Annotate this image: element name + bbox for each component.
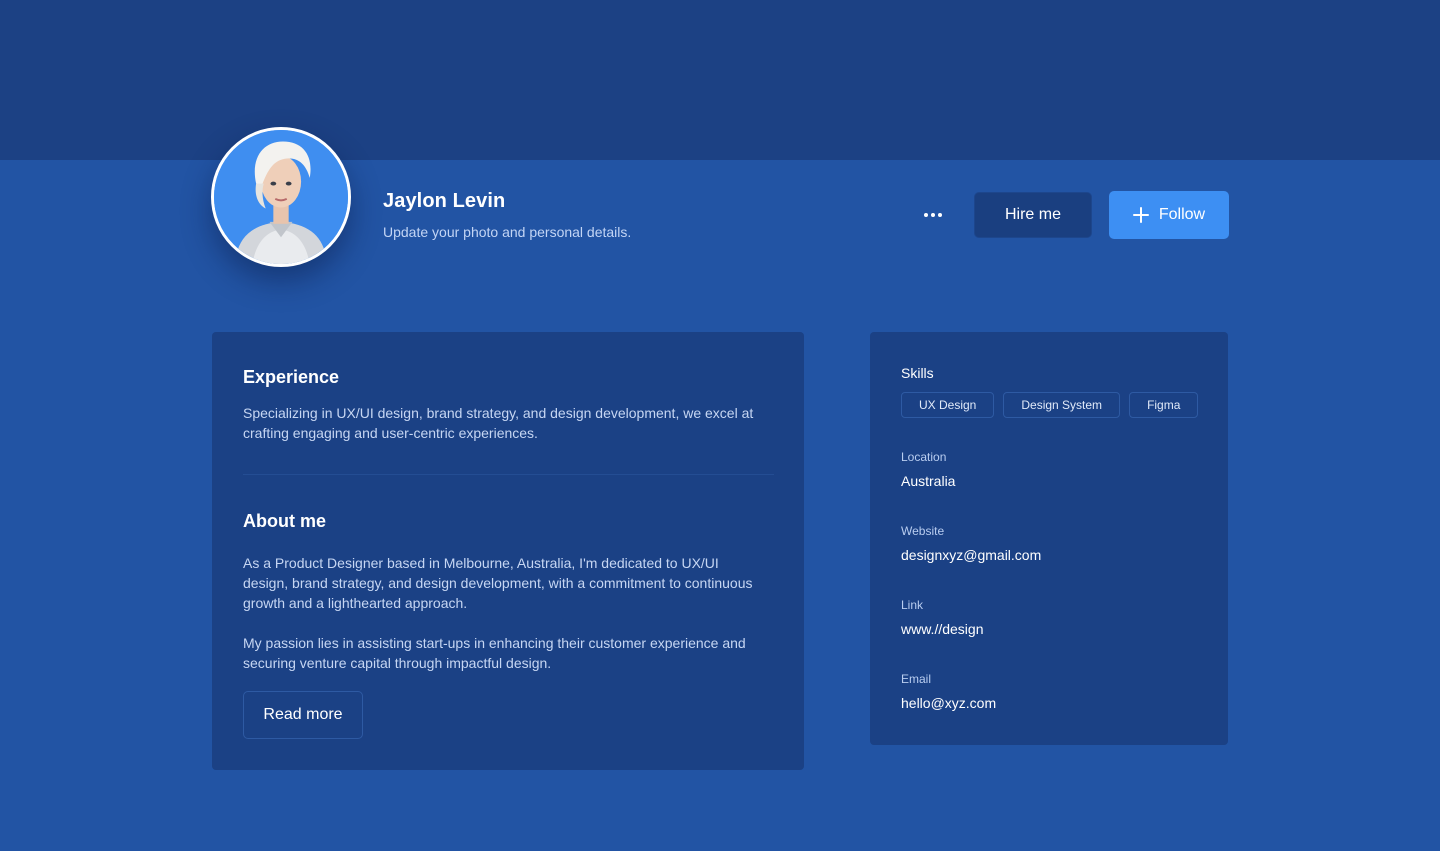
about-paragraph-2: My passion lies in assisting start-ups i… [243,635,746,671]
about-paragraph-1: As a Product Designer based in Melbourne… [243,555,753,611]
plus-icon [1132,207,1149,223]
website-label: Website [901,524,945,538]
hire-me-label: Hire me [1004,206,1061,223]
experience-title: Experience [243,367,340,387]
profile-subtitle: Update your photo and personal details. [383,224,632,240]
follow-button[interactable]: Follow [1109,191,1229,239]
more-horizontal-icon [924,213,942,217]
location-label: Location [901,450,947,464]
more-options-button[interactable] [912,201,954,229]
email-label: Email [901,672,932,686]
link-label: Link [901,598,924,612]
skill-chip[interactable]: UX Design [901,392,995,418]
read-more-button[interactable]: Read more [243,691,363,739]
skill-chip[interactable]: Design System [1003,392,1121,418]
email-value[interactable]: hello@xyz.com [901,695,996,711]
about-card: Experience Specializing in UX/UI design,… [212,332,804,770]
skills-list: UX Design Design System Figma [901,392,1199,418]
section-divider [243,474,774,475]
read-more-label: Read more [263,706,343,723]
skills-title: Skills [901,365,934,381]
details-card: Skills UX Design Design System Figma Loc… [870,332,1228,745]
link-value[interactable]: www.//design [901,621,983,637]
follow-label: Follow [1158,206,1206,223]
profile-name: Jaylon Levin [383,190,506,212]
profile-photo [214,130,348,264]
cover-banner [0,0,1440,160]
skill-chip[interactable]: Figma [1129,392,1199,418]
website-value[interactable]: designxyz@gmail.com [901,547,1041,563]
location-value: Australia [901,473,956,489]
about-title: About me [243,511,326,531]
hire-me-button[interactable]: Hire me [974,192,1092,238]
experience-text: Specializing in UX/UI design, brand stra… [243,405,754,441]
avatar[interactable] [211,127,351,267]
